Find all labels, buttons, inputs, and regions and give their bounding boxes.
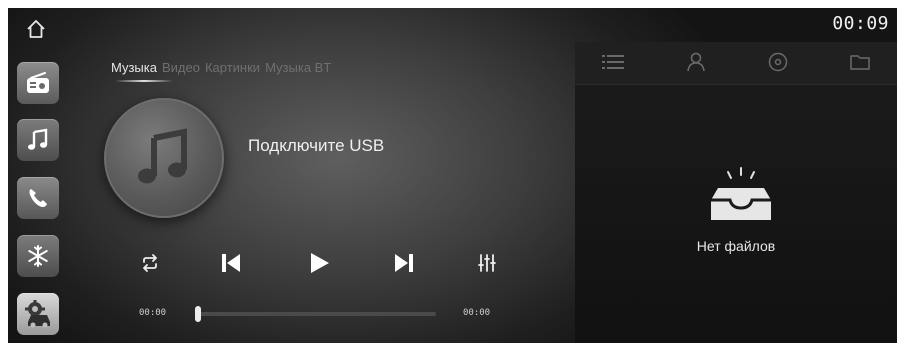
tab-list[interactable] [600, 50, 626, 74]
previous-track-button[interactable] [216, 248, 246, 278]
music-icon [28, 128, 48, 150]
head-unit-screen: 00:09 Музыка Видео Картинки Музыка BT По… [8, 8, 897, 343]
music-button[interactable] [17, 119, 59, 161]
progress-thumb[interactable] [195, 306, 201, 322]
skip-previous-icon [222, 254, 240, 272]
next-track-button[interactable] [389, 248, 419, 278]
snowflake-icon [28, 245, 48, 267]
car-settings-icon [25, 300, 50, 328]
browser-tabs [575, 42, 897, 85]
equalizer-button[interactable] [472, 248, 502, 278]
elapsed-time: 00:00 [139, 308, 167, 318]
tab-video[interactable]: Видео [162, 60, 200, 75]
active-tab-underline [115, 80, 173, 82]
total-time: 00:00 [463, 308, 491, 318]
tab-bt-music[interactable]: Музыка BT [265, 60, 331, 75]
artist-icon [687, 52, 705, 72]
tab-artist[interactable] [683, 50, 709, 74]
tab-music[interactable]: Музыка [111, 60, 157, 75]
repeat-button[interactable] [135, 248, 165, 278]
album-icon [768, 52, 788, 72]
home-icon [27, 20, 45, 38]
phone-button[interactable] [17, 177, 59, 219]
no-files-message: Нет файлов [696, 238, 776, 254]
album-art [104, 98, 224, 218]
climate-button[interactable] [17, 235, 59, 277]
clock: 00:09 [832, 13, 889, 34]
car-settings-button[interactable] [17, 293, 59, 335]
progress-track[interactable] [197, 312, 436, 316]
media-source-tabs: Музыка Видео Картинки Музыка BT [111, 60, 331, 75]
empty-tray-icon [711, 167, 771, 220]
radio-icon [27, 72, 49, 93]
play-button[interactable] [304, 248, 334, 278]
skip-next-icon [395, 254, 413, 272]
music-note-icon [138, 128, 187, 184]
home-button[interactable] [22, 16, 50, 42]
play-icon [311, 253, 329, 273]
connect-usb-message: Подключите USB [248, 136, 385, 155]
phone-icon [29, 189, 47, 207]
tab-album[interactable] [765, 50, 791, 74]
file-browser-panel: Нет файлов [575, 42, 897, 343]
radio-button[interactable] [17, 62, 59, 104]
list-icon [602, 55, 624, 69]
tab-pictures[interactable]: Картинки [205, 60, 260, 75]
equalizer-icon [478, 254, 496, 272]
repeat-icon [143, 254, 157, 272]
folder-icon [850, 55, 870, 70]
tab-folder[interactable] [847, 50, 873, 74]
